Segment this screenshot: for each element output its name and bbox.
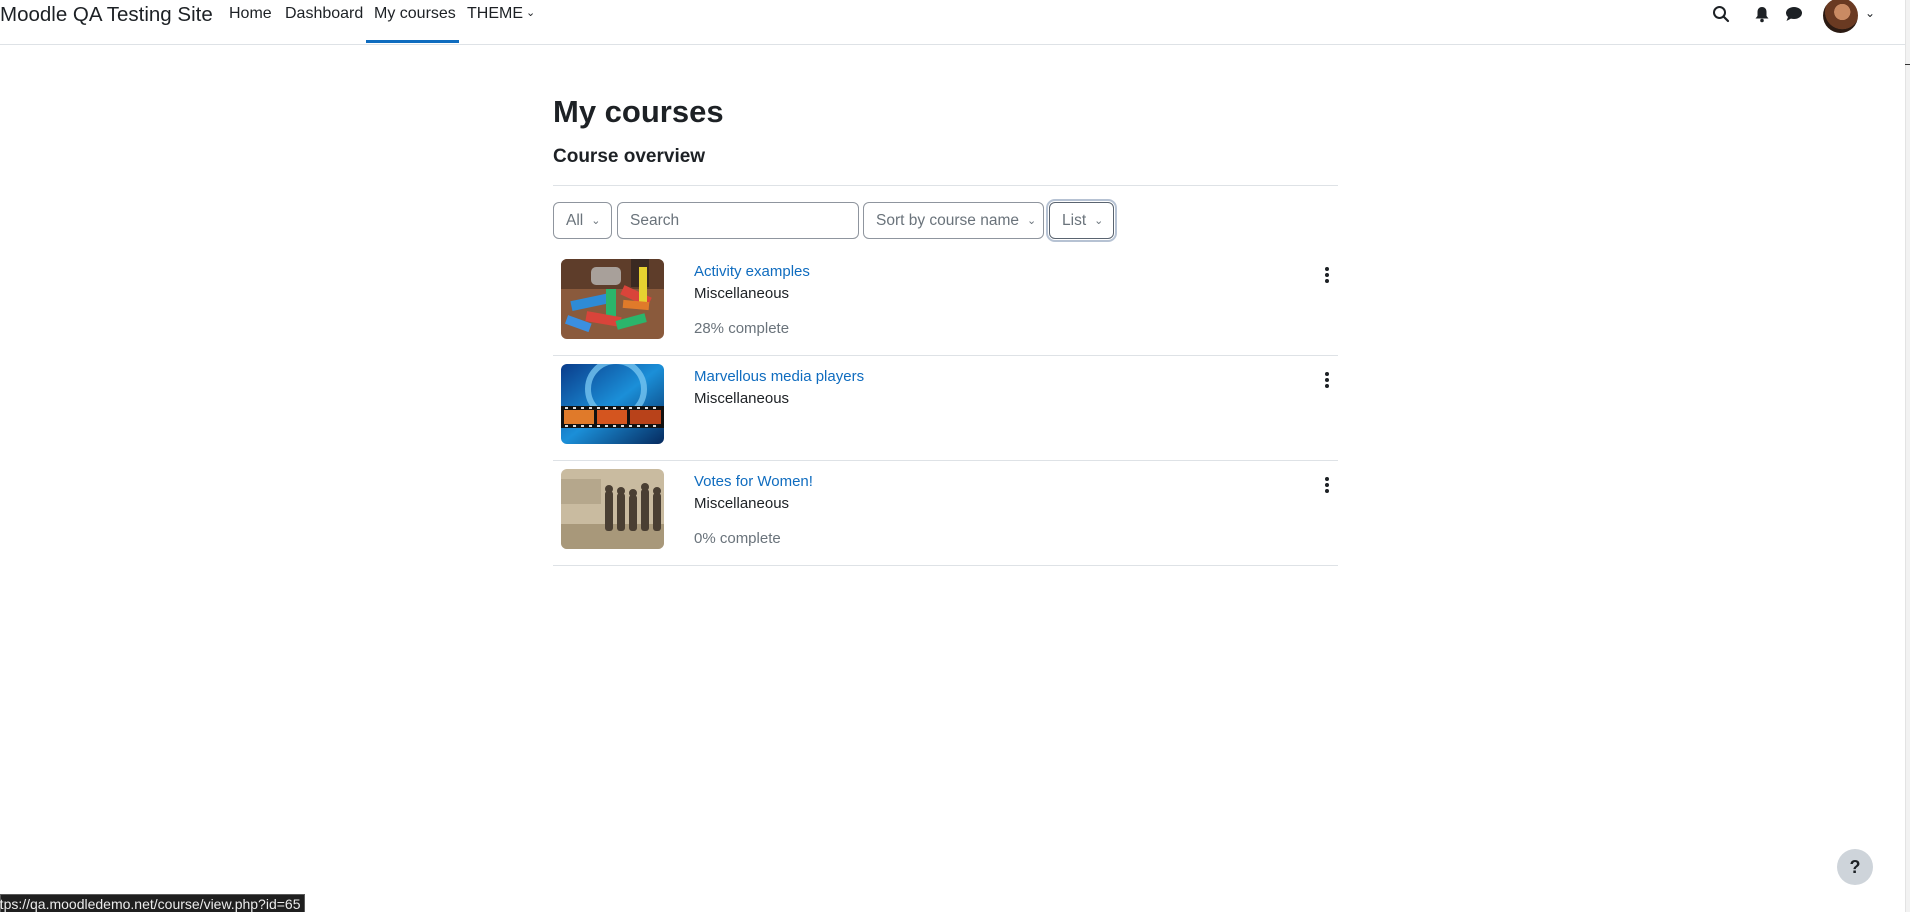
course-category: Miscellaneous xyxy=(694,390,790,407)
course-image[interactable] xyxy=(561,259,664,339)
nav-dashboard[interactable]: Dashboard xyxy=(285,5,363,23)
course-item: Votes for Women! Miscellaneous 0% comple… xyxy=(553,461,1338,566)
chevron-down-icon: ⌄ xyxy=(1094,215,1104,227)
course-progress: 28% complete xyxy=(694,320,790,337)
search-input[interactable] xyxy=(617,202,859,239)
course-category: Miscellaneous xyxy=(694,495,790,512)
chevron-down-icon: ⌄ xyxy=(591,215,601,227)
course-item: Marvellous media players Miscellaneous xyxy=(553,356,1338,461)
nav-theme[interactable]: THEME ⌄ xyxy=(467,5,535,23)
chevron-down-icon: ⌄ xyxy=(1027,215,1037,227)
active-nav-indicator xyxy=(366,40,459,43)
grouping-value: All xyxy=(566,211,584,229)
nav-theme-label: THEME xyxy=(467,5,523,22)
page-title: My courses xyxy=(553,94,724,129)
chevron-down-icon: ⌄ xyxy=(526,7,536,19)
status-bar-url: https://qa.moodledemo.net/course/view.ph… xyxy=(0,894,306,912)
course-actions-menu-icon[interactable] xyxy=(1320,475,1334,495)
help-button[interactable]: ? xyxy=(1837,849,1873,885)
site-name[interactable]: Moodle QA Testing Site xyxy=(0,3,213,27)
scrollbar[interactable] xyxy=(1905,0,1910,912)
nav-my-courses[interactable]: My courses xyxy=(374,5,456,23)
bell-icon[interactable] xyxy=(1753,5,1771,23)
course-name-link[interactable]: Marvellous media players xyxy=(694,368,864,385)
top-navbar: Moodle QA Testing Site Home Dashboard My… xyxy=(0,0,1905,45)
chat-icon[interactable] xyxy=(1785,5,1803,23)
course-category: Miscellaneous xyxy=(694,285,790,302)
scrollbar-mark xyxy=(1905,64,1910,65)
course-progress: 0% complete xyxy=(694,530,781,547)
search-icon[interactable] xyxy=(1712,5,1730,23)
view-value: List xyxy=(1062,211,1087,229)
block-title: Course overview xyxy=(553,146,706,167)
sort-value: Sort by course name xyxy=(876,211,1020,229)
course-actions-menu-icon[interactable] xyxy=(1320,370,1334,390)
course-image[interactable] xyxy=(561,469,664,549)
chevron-down-icon[interactable]: ⌄ xyxy=(1865,6,1875,20)
nav-home[interactable]: Home xyxy=(229,5,272,23)
avatar[interactable] xyxy=(1823,0,1858,33)
course-item: Activity examples Miscellaneous 28% comp… xyxy=(553,251,1338,356)
sort-dropdown[interactable]: Sort by course name ⌄ xyxy=(863,202,1044,239)
course-image[interactable] xyxy=(561,364,664,444)
course-actions-menu-icon[interactable] xyxy=(1320,265,1334,285)
divider xyxy=(553,185,1338,186)
course-name-link[interactable]: Activity examples xyxy=(694,263,810,280)
course-name-link[interactable]: Votes for Women! xyxy=(694,473,813,490)
grouping-dropdown[interactable]: All ⌄ xyxy=(553,202,612,239)
view-dropdown[interactable]: List ⌄ xyxy=(1046,199,1117,242)
